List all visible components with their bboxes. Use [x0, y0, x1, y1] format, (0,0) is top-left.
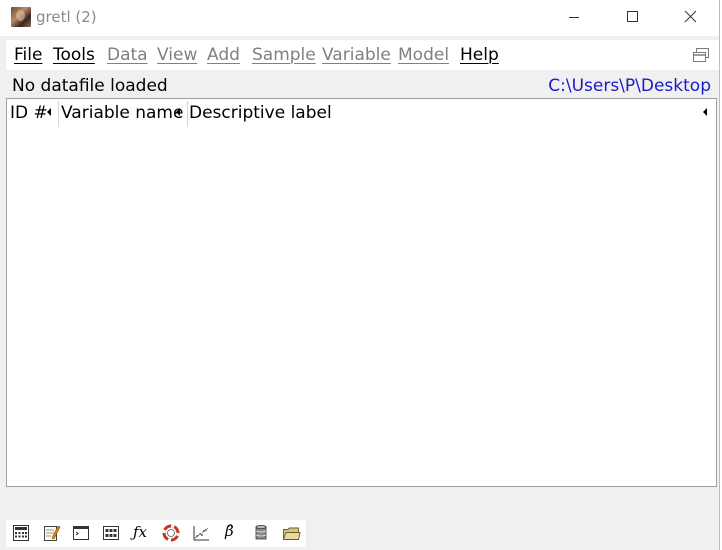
menu-add[interactable]: Add [207, 45, 240, 65]
graph-button[interactable] [191, 523, 211, 543]
gretl-app-icon[interactable] [11, 7, 31, 27]
close-icon [684, 10, 697, 23]
database-icon [255, 525, 267, 540]
minimize-button[interactable] [545, 0, 603, 34]
menu-bar: File Tools Data View Add Sample Variable… [6, 40, 719, 70]
calculator-icon [13, 525, 29, 541]
column-header-id-label: ID # [10, 103, 48, 123]
column-header-descriptive-label-label: Descriptive label [189, 103, 332, 123]
bottom-toolbar: ƒx β̂ [6, 520, 306, 547]
console-button[interactable] [71, 523, 91, 543]
script-editor-button[interactable] [41, 523, 61, 543]
menu-view[interactable]: View [157, 45, 197, 65]
gretl-main-window: gretl (2) File Tools Data View Add Sampl… [0, 0, 720, 550]
status-row: No datafile loaded C:\Users\P\Desktop [0, 72, 719, 98]
open-folder-button[interactable] [281, 523, 301, 543]
function-package-icon[interactable]: ƒx [133, 523, 147, 541]
variable-list[interactable]: ID # Variable name Descriptive label [6, 98, 717, 487]
console-icon [73, 526, 89, 540]
menu-model[interactable]: Model [398, 45, 449, 65]
menu-data[interactable]: Data [107, 45, 148, 65]
menu-file[interactable]: File [14, 45, 42, 65]
calculator-button[interactable] [11, 523, 31, 543]
datafile-status: No datafile loaded [12, 76, 168, 96]
working-directory-link[interactable]: C:\Users\P\Desktop [548, 76, 711, 96]
sort-arrow-icon [703, 108, 707, 116]
open-folder-icon [282, 527, 301, 540]
column-header-variable-name-label: Variable name [61, 103, 184, 123]
graph-icon [193, 526, 209, 541]
sort-arrow-icon [176, 108, 180, 116]
close-button[interactable] [661, 0, 719, 34]
notepad-icon [44, 525, 61, 541]
menu-help[interactable]: Help [460, 45, 499, 65]
session-icon-view-icon [103, 526, 119, 540]
menu-tools[interactable]: Tools [53, 45, 95, 65]
help-lifebuoy-icon [162, 524, 180, 542]
maximize-button[interactable] [603, 0, 661, 34]
maximize-icon [627, 11, 638, 22]
icon-view-button[interactable] [692, 47, 710, 63]
window-title: gretl (2) [36, 8, 97, 26]
title-bar[interactable]: gretl (2) [0, 0, 719, 36]
session-icon-view-button[interactable] [101, 523, 121, 543]
model-beta-icon[interactable]: β̂ [225, 522, 234, 540]
help-button[interactable] [161, 523, 181, 543]
column-header-variable-name[interactable]: Variable name [59, 99, 187, 127]
sort-arrow-icon [47, 108, 51, 116]
menu-sample[interactable]: Sample [252, 45, 316, 65]
menu-variable[interactable]: Variable [322, 45, 391, 65]
windows-icon [693, 48, 709, 62]
database-button[interactable] [251, 523, 271, 543]
column-header-descriptive-label[interactable]: Descriptive label [188, 99, 715, 127]
column-header-id[interactable]: ID # [7, 99, 58, 127]
minimize-icon [569, 17, 579, 18]
